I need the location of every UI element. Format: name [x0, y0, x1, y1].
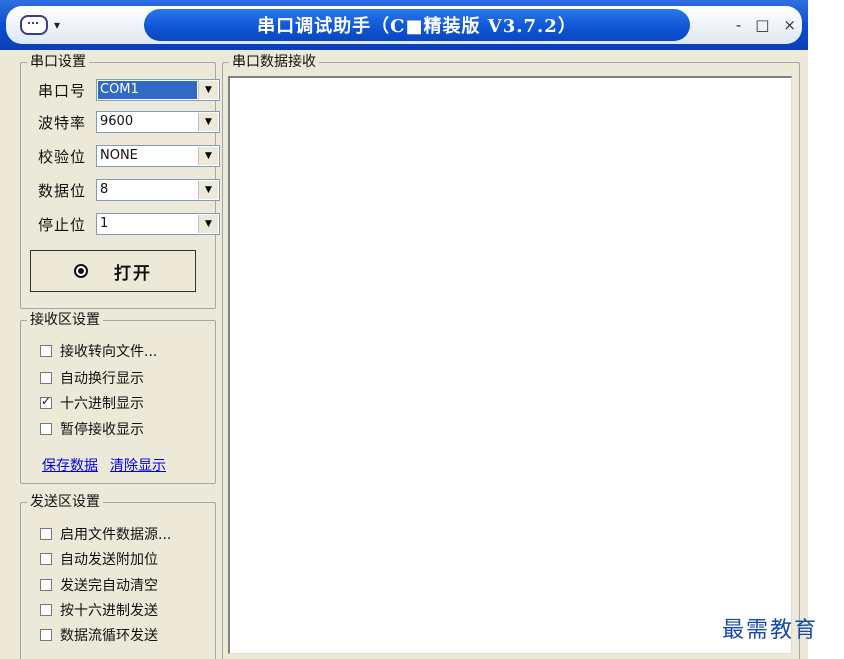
- open-port-label: 打开: [114, 263, 152, 284]
- databits-select[interactable]: 8 ▼: [96, 179, 220, 201]
- auto-wrap-label: 自动换行显示: [60, 371, 144, 387]
- baud-row: 波特率 9600 ▼: [38, 110, 220, 134]
- hex-send-checkbox[interactable]: 按十六进制发送: [40, 599, 158, 621]
- port-select[interactable]: COM1 ▼: [96, 79, 220, 101]
- hex-display-label: 十六进制显示: [60, 396, 144, 412]
- port-label: 串口号: [38, 81, 87, 100]
- baud-select[interactable]: 9600 ▼: [96, 111, 220, 133]
- auto-append-checkbox[interactable]: 自动发送附加位: [40, 548, 158, 570]
- hex-display-checkbox[interactable]: 十六进制显示: [40, 392, 144, 414]
- port-value: COM1: [98, 81, 197, 99]
- recv-to-file-label: 接收转向文件...: [60, 344, 158, 360]
- checkbox-icon[interactable]: [40, 423, 52, 435]
- chevron-down-icon[interactable]: ▼: [198, 113, 218, 131]
- databits-label: 数据位: [38, 181, 87, 200]
- auto-clear-label: 发送完自动清空: [60, 578, 158, 594]
- databits-value: 8: [100, 182, 109, 197]
- loop-send-checkbox[interactable]: 数据流循环发送: [40, 624, 158, 646]
- stopbits-label: 停止位: [38, 215, 87, 234]
- title-bar-frame: ▾ 串口调试助手（C■精装版 V3.7.2） - □ ×: [6, 6, 802, 44]
- app-window: ▾ 串口调试助手（C■精装版 V3.7.2） - □ × 串口设置 串口号 CO…: [0, 0, 808, 659]
- checkbox-icon[interactable]: [40, 553, 52, 565]
- pause-recv-checkbox[interactable]: 暂停接收显示: [40, 418, 144, 440]
- loop-send-label: 数据流循环发送: [60, 628, 158, 644]
- auto-wrap-checkbox[interactable]: 自动换行显示: [40, 367, 144, 389]
- send-settings-legend: 发送区设置: [27, 493, 103, 511]
- maximize-button[interactable]: □: [755, 16, 769, 34]
- app-icon: [20, 15, 48, 35]
- auto-append-label: 自动发送附加位: [60, 552, 158, 568]
- file-source-checkbox[interactable]: 启用文件数据源...: [40, 523, 171, 545]
- chevron-down-icon[interactable]: ▼: [198, 147, 218, 165]
- receive-links: 保存数据 清除显示: [42, 455, 166, 475]
- chevron-down-icon[interactable]: ▼: [198, 215, 218, 233]
- checkbox-icon[interactable]: [40, 372, 52, 384]
- recv-to-file-checkbox[interactable]: 接收转向文件...: [40, 340, 157, 362]
- save-data-link[interactable]: 保存数据: [42, 455, 98, 475]
- parity-select[interactable]: NONE ▼: [96, 145, 220, 167]
- file-source-label: 启用文件数据源...: [60, 527, 172, 543]
- baud-value: 9600: [100, 114, 134, 129]
- system-menu-button[interactable]: ▾: [20, 14, 100, 36]
- chevron-down-icon: ▾: [54, 18, 61, 32]
- checkbox-icon[interactable]: [40, 604, 52, 616]
- stopbits-value: 1: [100, 216, 109, 231]
- title-bar[interactable]: ▾ 串口调试助手（C■精装版 V3.7.2） - □ ×: [0, 0, 808, 50]
- hex-send-label: 按十六进制发送: [60, 603, 158, 619]
- minimize-button[interactable]: -: [736, 16, 741, 34]
- pause-recv-label: 暂停接收显示: [60, 422, 144, 438]
- baud-label: 波特率: [38, 113, 87, 132]
- serial-settings-legend: 串口设置: [27, 53, 89, 71]
- stopbits-select[interactable]: 1 ▼: [96, 213, 220, 235]
- parity-label: 校验位: [38, 147, 87, 166]
- checkbox-icon[interactable]: [40, 528, 52, 540]
- receive-textarea[interactable]: [228, 76, 792, 654]
- checkbox-icon[interactable]: [40, 579, 52, 591]
- close-button[interactable]: ×: [783, 16, 796, 34]
- checkbox-icon[interactable]: [40, 629, 52, 641]
- port-status-icon: [74, 264, 88, 278]
- parity-row: 校验位 NONE ▼: [38, 144, 220, 168]
- checkbox-icon[interactable]: [40, 345, 52, 357]
- watermark-text: 最需教育: [722, 618, 819, 643]
- databits-row: 数据位 8 ▼: [38, 178, 220, 202]
- parity-value: NONE: [100, 148, 138, 163]
- window-title: 串口调试助手（C■精装版 V3.7.2）: [257, 16, 577, 37]
- receive-settings-legend: 接收区设置: [27, 311, 103, 329]
- chevron-down-icon[interactable]: ▼: [198, 181, 218, 199]
- checkbox-checked-icon[interactable]: [40, 394, 52, 409]
- port-row: 串口号 COM1 ▼: [38, 78, 220, 102]
- auto-clear-checkbox[interactable]: 发送完自动清空: [40, 574, 158, 596]
- chevron-down-icon[interactable]: ▼: [198, 81, 218, 99]
- receive-area-legend: 串口数据接收: [229, 53, 319, 71]
- open-port-button[interactable]: 打开: [30, 250, 196, 292]
- window-controls: - □ ×: [736, 16, 796, 34]
- stopbits-row: 停止位 1 ▼: [38, 212, 220, 236]
- title-pill: 串口调试助手（C■精装版 V3.7.2）: [144, 9, 690, 41]
- clear-display-link[interactable]: 清除显示: [110, 455, 166, 475]
